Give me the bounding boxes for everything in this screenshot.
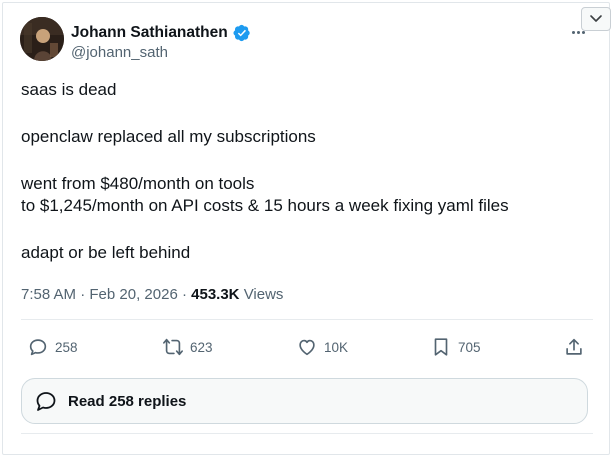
verified-badge-icon (233, 24, 250, 42)
read-replies-button[interactable]: Read 258 replies (21, 378, 588, 424)
repost-button[interactable]: 623 (162, 333, 213, 361)
divider (21, 319, 593, 320)
tweet-line: went from $480/month on tools (21, 174, 255, 193)
menu-dropdown-button[interactable] (581, 7, 611, 31)
reply-count: 258 (55, 339, 78, 355)
like-count: 10K (324, 339, 349, 355)
like-button[interactable]: 10K (296, 333, 348, 361)
views-count: 453.3K (191, 286, 240, 303)
views-label: Views (243, 286, 284, 303)
read-replies-label: Read 258 replies (68, 392, 187, 410)
tweet-line: to $1,245/month on API costs & 15 hours … (21, 196, 509, 215)
chevron-down-icon (590, 15, 602, 22)
author-display-name[interactable]: Johann Sathianathen (71, 24, 228, 42)
meta-separator: · (181, 286, 187, 303)
tweet-card: Johann Sathianathen @johann_sath saas is… (2, 2, 611, 455)
speech-bubble-icon (29, 339, 47, 356)
tweet-line: saas is dead (21, 80, 117, 99)
author-name-row: Johann Sathianathen (71, 22, 251, 44)
repost-arrows-icon (163, 338, 183, 356)
tweet-time[interactable]: 7:58 AM (21, 286, 76, 303)
meta-separator: · (80, 286, 86, 303)
tweet-line: adapt or be left behind (21, 243, 191, 262)
reply-button[interactable]: 258 (27, 333, 78, 361)
share-upload-icon (566, 338, 582, 355)
divider (21, 433, 593, 434)
heart-icon (299, 339, 315, 356)
tweet-metadata: 7:58 AM · Feb 20, 2026 · 453.3K Views (21, 286, 283, 303)
avatar[interactable] (20, 17, 64, 61)
bookmark-button[interactable]: 705 (430, 333, 481, 361)
repost-count: 623 (190, 339, 213, 355)
speech-bubble-icon (36, 392, 56, 411)
tweet-text: saas is dead openclaw replaced all my su… (21, 79, 601, 264)
bookmark-count: 705 (458, 339, 481, 355)
bookmark-icon (434, 338, 448, 356)
author-handle[interactable]: @johann_sath (71, 44, 168, 61)
tweet-line: openclaw replaced all my subscriptions (21, 127, 316, 146)
action-bar: 258 623 10K 705 (3, 333, 611, 361)
share-button[interactable] (563, 333, 585, 361)
tweet-date[interactable]: Feb 20, 2026 (89, 286, 177, 303)
